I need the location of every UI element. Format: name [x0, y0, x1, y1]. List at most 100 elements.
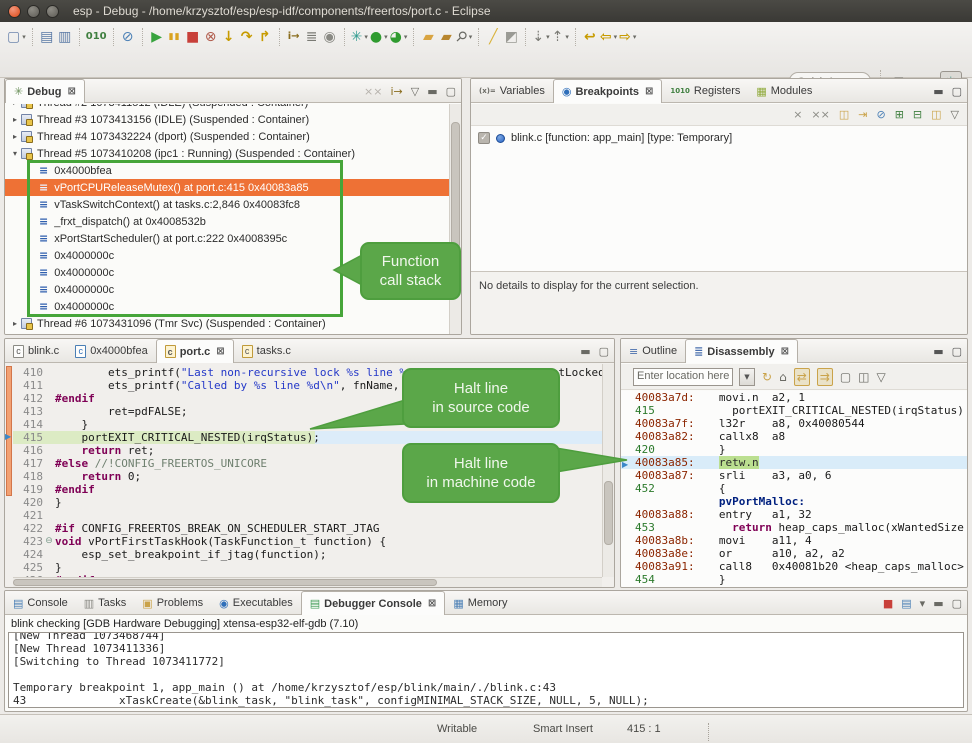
tab-breakpoints[interactable]: ◉Breakpoints⊠: [553, 79, 663, 103]
forward-icon[interactable]: ⇨▾: [618, 27, 637, 47]
show-debug-columns-icon[interactable]: ≣: [303, 27, 321, 47]
stack-frame-row[interactable]: ≡vTaskSwitchContext() at tasks.c:2,846 0…: [5, 196, 461, 213]
location-dropdown-icon[interactable]: ▼: [739, 368, 755, 386]
link-with-debug-icon[interactable]: ◫: [931, 108, 941, 121]
expand-all-icon[interactable]: ⊞: [895, 108, 904, 121]
stack-frame-row[interactable]: ≡0x4000bfea: [5, 162, 461, 179]
minimize-icon[interactable]: ▬: [933, 597, 943, 610]
maximize-icon[interactable]: ▢: [952, 85, 962, 98]
minimize-icon[interactable]: ▬: [933, 345, 943, 358]
view-memory-icon[interactable]: 010: [85, 27, 108, 47]
minimize-icon[interactable]: ▬: [427, 85, 437, 98]
console-tab-tasks[interactable]: ▥Tasks: [76, 591, 135, 615]
editor-hscrollbar[interactable]: [13, 577, 602, 587]
toggle-mark-occurrences-icon[interactable]: ╱: [484, 27, 502, 47]
view-menu-icon[interactable]: ▽: [411, 85, 419, 98]
close-icon[interactable]: ⊠: [67, 86, 75, 97]
maximize-icon[interactable]: ▢: [952, 597, 962, 610]
terminate-icon[interactable]: ■: [184, 27, 202, 47]
maximize-icon[interactable]: ▢: [599, 345, 609, 358]
tab-registers[interactable]: 1010Registers: [662, 79, 748, 103]
close-icon[interactable]: ⊠: [645, 86, 653, 97]
editor-tab-port-c[interactable]: cport.c⊠: [156, 339, 234, 363]
terminate-icon[interactable]: ■: [883, 597, 893, 610]
new-view-icon[interactable]: ▢: [840, 370, 851, 384]
window-close-button[interactable]: [8, 5, 21, 18]
maximize-icon[interactable]: ▢: [446, 85, 456, 98]
view-menu-icon[interactable]: ▽: [951, 108, 959, 121]
toggle-block-selection-icon[interactable]: ◩: [502, 27, 520, 47]
close-icon[interactable]: ⊠: [428, 598, 436, 609]
show-source-icon[interactable]: ⇄: [794, 368, 810, 386]
minimize-icon[interactable]: ▬: [580, 345, 590, 358]
thread-row[interactable]: ▸Thread #4 1073432224 (dport) (Suspended…: [5, 128, 461, 145]
save-all-icon[interactable]: ▥: [56, 27, 74, 47]
stack-frame-row[interactable]: ≡0x4000000c: [5, 264, 461, 281]
open-console-icon[interactable]: ▤: [901, 597, 911, 610]
close-icon[interactable]: ⊠: [781, 346, 789, 357]
editor-tab-blink-c[interactable]: cblink.c: [5, 339, 67, 363]
next-annotation-icon[interactable]: ⇣▾: [531, 27, 550, 47]
remove-breakpoint-icon[interactable]: ×: [793, 108, 802, 121]
stack-frame-row[interactable]: ≡0x4000000c: [5, 247, 461, 264]
stack-frame-row[interactable]: ≡_frxt_dispatch() at 0x4008532b: [5, 213, 461, 230]
instruction-stepping-icon[interactable]: i→: [390, 85, 402, 98]
skip-all-breakpoints-icon[interactable]: ⊘: [119, 27, 137, 47]
editor-body[interactable]: ▶ 410 ets_printf("Last non-recursive loc…: [5, 364, 614, 587]
back-icon[interactable]: ⇦▾: [599, 27, 618, 47]
editor-tab-0x4000bfea[interactable]: c0x4000bfea: [67, 339, 156, 363]
disassembly-body[interactable]: ▶ 40083a7d: movi.n a2, 1415 portEXIT_CRI…: [621, 391, 967, 587]
step-return-icon[interactable]: ↱: [256, 27, 274, 47]
breakpoint-row[interactable]: ✓ blink.c [function: app_main] [type: Te…: [471, 126, 967, 144]
resume-icon[interactable]: ▶: [148, 27, 166, 47]
maximize-icon[interactable]: ▢: [952, 345, 962, 358]
pin-view-icon[interactable]: ◫: [858, 370, 869, 384]
suspend-icon[interactable]: ▮▮: [166, 27, 184, 47]
console-tab-problems[interactable]: ▣Problems: [134, 591, 211, 615]
window-maximize-button[interactable]: [46, 5, 59, 18]
tab-disassembly[interactable]: ≣Disassembly⊠: [685, 339, 798, 363]
console-output[interactable]: [New Thread 1073468744][New Thread 10734…: [8, 632, 964, 708]
thread-row[interactable]: ▾Thread #5 1073410208 (ipc1 : Running) (…: [5, 145, 461, 162]
tab-debug[interactable]: ✳ Debug ⊠: [5, 79, 85, 103]
thread-row[interactable]: ▸Thread #6 1073431096 (Tmr Svc) (Suspend…: [5, 315, 461, 332]
thread-row[interactable]: ▸Thread #3 1073413156 (IDLE) (Suspended …: [5, 111, 461, 128]
tab-variables[interactable]: (x)=Variables: [471, 79, 553, 103]
stack-frame-row[interactable]: ≡vPortCPUReleaseMutex() at port.c:415 0x…: [5, 179, 461, 196]
editor-tab-tasks-c[interactable]: ctasks.c: [234, 339, 299, 363]
run-launch-icon[interactable]: ●▾: [369, 27, 389, 47]
close-icon[interactable]: ⊠: [216, 346, 224, 357]
breakpoint-checkbox[interactable]: ✓: [478, 132, 490, 144]
external-tools-icon[interactable]: ◕▾: [389, 27, 409, 47]
instruction-stepping-icon[interactable]: i→: [285, 27, 303, 47]
disconnect-icon[interactable]: ⊗: [202, 27, 220, 47]
sync-selection-icon[interactable]: ⇉: [817, 368, 833, 386]
save-icon[interactable]: ▤: [38, 27, 56, 47]
last-edit-location-icon[interactable]: ↩: [581, 27, 599, 47]
open-console-menu[interactable]: ▾: [920, 597, 926, 610]
step-over-icon[interactable]: ↷: [238, 27, 256, 47]
stack-frame-row[interactable]: ≡0x4000000c: [5, 281, 461, 298]
new-wizard-icon[interactable]: ▢▾: [6, 27, 27, 47]
debug-scrollbar[interactable]: [449, 104, 461, 334]
console-tab-debugger-console[interactable]: ▤Debugger Console⊠: [301, 591, 446, 615]
tab-outline[interactable]: ≡Outline: [621, 339, 685, 363]
editor-vscrollbar[interactable]: [602, 364, 614, 577]
home-icon[interactable]: ⌂: [779, 370, 787, 384]
search-icon[interactable]: ⚲▾: [455, 27, 473, 47]
stack-frame-row[interactable]: ≡xPortStartScheduler() at port.c:222 0x4…: [5, 230, 461, 247]
step-into-icon[interactable]: ↓: [220, 27, 238, 47]
collapse-all-icon[interactable]: ⊟: [913, 108, 922, 121]
skip-all-breakpoints-icon[interactable]: ⊘: [876, 108, 885, 121]
remove-all-breakpoints-icon[interactable]: ××: [811, 108, 829, 121]
refresh-icon[interactable]: ↻: [762, 370, 772, 384]
console-tab-console[interactable]: ▤Console: [5, 591, 76, 615]
minimize-icon[interactable]: ▬: [933, 85, 943, 98]
open-type-icon[interactable]: ▰: [419, 27, 437, 47]
debug-launch-icon[interactable]: ✳▾: [350, 27, 369, 47]
thread-row[interactable]: ▸Thread #2 1073411512 (IDLE) (Suspended …: [5, 104, 461, 111]
console-tab-executables[interactable]: ◉Executables: [211, 591, 301, 615]
window-minimize-button[interactable]: [27, 5, 40, 18]
remove-terminated-icon[interactable]: ××: [364, 85, 382, 98]
view-menu-icon[interactable]: ▽: [877, 370, 886, 384]
